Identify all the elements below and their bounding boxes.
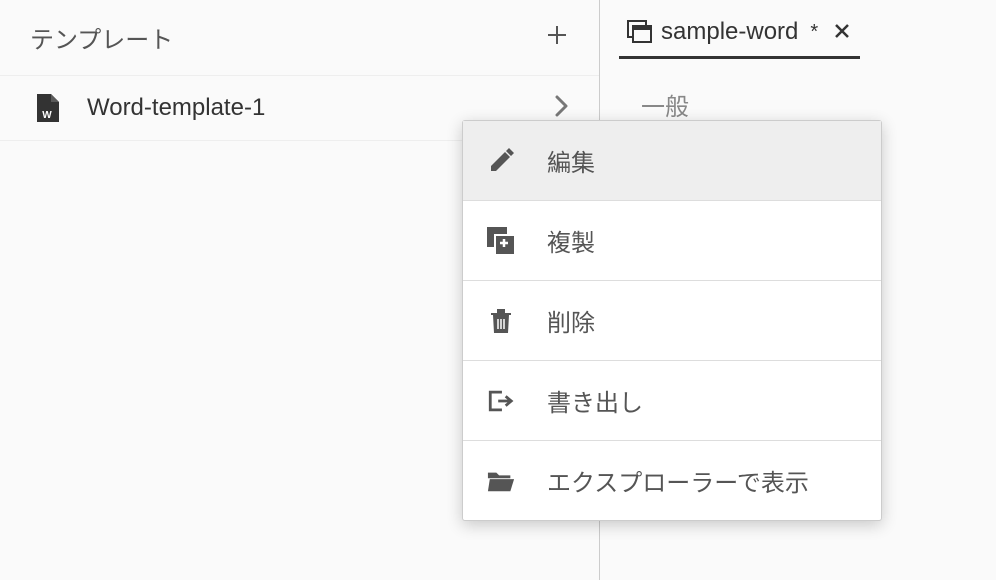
menu-label: 複製 (547, 223, 595, 258)
word-file-icon: W (35, 94, 59, 122)
section-title-general: 一般 (601, 59, 996, 122)
svg-text:W: W (42, 110, 52, 121)
menu-label: エクスプローラーで表示 (547, 463, 809, 498)
template-name: Word-template-1 (87, 94, 555, 122)
tab-sample-word[interactable]: sample-word * (619, 12, 860, 59)
menu-label: 書き出し (547, 383, 643, 418)
close-icon (834, 23, 850, 39)
export-icon (487, 387, 515, 415)
menu-item-delete[interactable]: 削除 (463, 281, 881, 360)
pencil-icon (487, 147, 515, 175)
add-template-button[interactable] (545, 23, 569, 53)
menu-label: 編集 (547, 143, 595, 178)
menu-item-edit[interactable]: 編集 (463, 121, 881, 200)
panel-header: テンプレート (0, 0, 599, 76)
window-icon (627, 20, 651, 44)
panel-title: テンプレート (30, 20, 173, 55)
folder-open-icon (487, 467, 515, 495)
chevron-right-icon (555, 95, 569, 122)
plus-icon (545, 23, 569, 47)
context-menu: 編集 複製 削除 書き出し (462, 120, 882, 521)
menu-item-export[interactable]: 書き出し (463, 361, 881, 440)
tab-close-button[interactable] (834, 21, 850, 43)
menu-item-show-in-explorer[interactable]: エクスプローラーで表示 (463, 441, 881, 520)
duplicate-icon (487, 227, 515, 255)
tab-dirty-marker: * (810, 21, 818, 44)
trash-icon (487, 307, 515, 335)
tab-bar: sample-word * (601, 0, 996, 59)
menu-item-duplicate[interactable]: 複製 (463, 201, 881, 280)
menu-label: 削除 (547, 303, 595, 338)
tab-label: sample-word (661, 18, 798, 46)
